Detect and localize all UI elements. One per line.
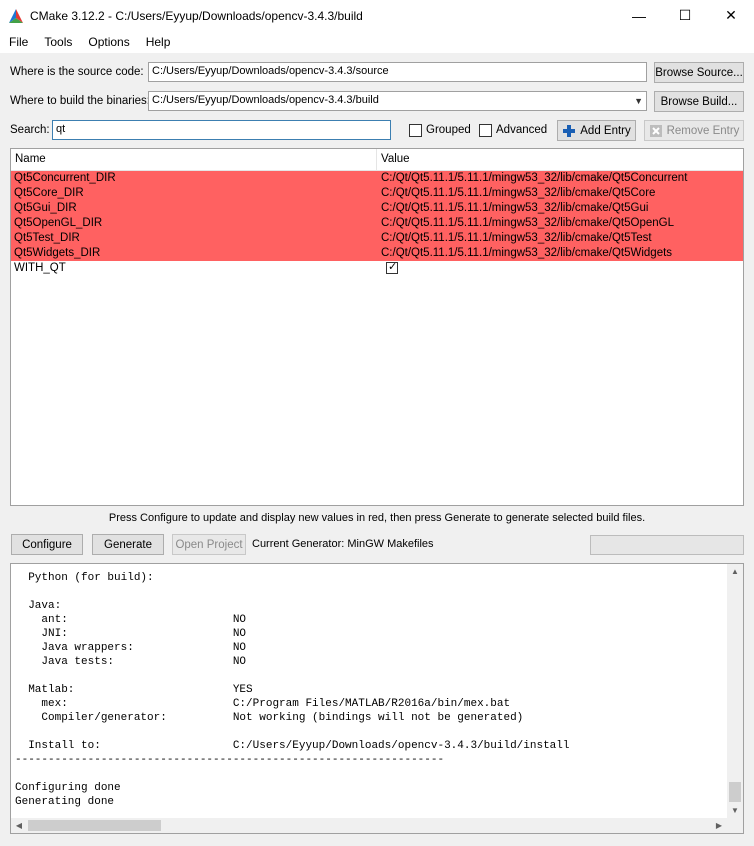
grouped-checkbox[interactable] [409, 124, 422, 137]
current-generator-label: Current Generator: MinGW Makefiles [252, 538, 434, 550]
chevron-down-icon[interactable]: ▼ [634, 96, 643, 106]
cache-table: Name Value Qt5Concurrent_DIR C:/Qt/Qt5.1… [10, 148, 744, 506]
vertical-scrollbar[interactable]: ▲ ▼ [727, 564, 743, 819]
open-project-button[interactable]: Open Project [172, 534, 246, 555]
vertical-scroll-thumb[interactable] [729, 782, 741, 802]
advanced-label: Advanced [496, 124, 548, 136]
menu-bar: File Tools Options Help [0, 31, 754, 53]
menu-help[interactable]: Help [138, 35, 179, 49]
row-name: Qt5Widgets_DIR [14, 247, 101, 259]
source-path-input[interactable]: C:/Users/Eyyup/Downloads/opencv-3.4.3/so… [148, 62, 647, 82]
menu-file[interactable]: File [0, 35, 36, 49]
row-name: Qt5Core_DIR [14, 187, 84, 199]
row-value: C:/Qt/Qt5.11.1/5.11.1/mingw53_32/lib/cma… [381, 247, 673, 259]
row-name: Qt5OpenGL_DIR [14, 217, 103, 229]
close-button[interactable]: ✕ [708, 0, 754, 31]
maximize-button[interactable]: ☐ [662, 0, 708, 31]
column-name-header[interactable]: Name [11, 149, 377, 171]
table-row[interactable]: Qt5Test_DIR C:/Qt/Qt5.11.1/5.11.1/mingw5… [11, 231, 743, 246]
table-row[interactable]: Qt5OpenGL_DIR C:/Qt/Qt5.11.1/5.11.1/ming… [11, 216, 743, 231]
row-value: C:/Qt/Qt5.11.1/5.11.1/mingw53_32/lib/cma… [381, 172, 688, 184]
binaries-label: Where to build the binaries: [10, 95, 150, 107]
browse-build-button[interactable]: Browse Build... [654, 91, 744, 112]
row-value: C:/Qt/Qt5.11.1/5.11.1/mingw53_32/lib/cma… [381, 187, 656, 199]
horizontal-scrollbar[interactable]: ◀ ▶ [11, 818, 743, 833]
configure-button[interactable]: Configure [11, 534, 83, 555]
grouped-label: Grouped [426, 124, 471, 136]
scroll-down-icon[interactable]: ▼ [727, 803, 743, 819]
row-name: Qt5Gui_DIR [14, 202, 77, 214]
row-value: C:/Qt/Qt5.11.1/5.11.1/mingw53_32/lib/cma… [381, 217, 674, 229]
row-value [377, 260, 398, 276]
table-header: Name Value [11, 149, 743, 171]
row-name: Qt5Concurrent_DIR [14, 172, 116, 184]
progress-bar [590, 535, 744, 555]
window-controls: — ☐ ✕ [616, 0, 754, 31]
remove-icon [649, 124, 662, 137]
binaries-path-combobox[interactable]: C:/Users/Eyyup/Downloads/opencv-3.4.3/bu… [148, 91, 647, 111]
search-input[interactable]: qt [52, 120, 391, 140]
row-value: C:/Qt/Qt5.11.1/5.11.1/mingw53_32/lib/cma… [381, 202, 649, 214]
table-row[interactable]: WITH_QT [11, 260, 743, 276]
window-title: CMake 3.12.2 - C:/Users/Eyyup/Downloads/… [30, 8, 363, 23]
table-body: Qt5Concurrent_DIR C:/Qt/Qt5.11.1/5.11.1/… [11, 171, 743, 276]
remove-entry-label: Remove Entry [666, 124, 740, 137]
menu-options[interactable]: Options [80, 35, 137, 49]
cmake-logo-icon [9, 8, 23, 23]
with-qt-checkbox[interactable] [386, 260, 398, 275]
hint-text: Press Configure to update and display ne… [108, 512, 646, 524]
column-value-header[interactable]: Value [377, 149, 414, 171]
add-entry-button[interactable]: Add Entry [557, 120, 636, 141]
scroll-left-icon[interactable]: ◀ [11, 818, 27, 833]
row-value: C:/Qt/Qt5.11.1/5.11.1/mingw53_32/lib/cma… [381, 232, 652, 244]
advanced-checkbox[interactable] [479, 124, 492, 137]
minimize-button[interactable]: — [616, 0, 662, 31]
table-row[interactable]: Qt5Widgets_DIR C:/Qt/Qt5.11.1/5.11.1/min… [11, 246, 743, 261]
plus-icon [563, 124, 576, 137]
table-row[interactable]: Qt5Concurrent_DIR C:/Qt/Qt5.11.1/5.11.1/… [11, 171, 743, 186]
horizontal-scroll-thumb[interactable] [28, 820, 161, 831]
output-text: Python (for build): Java: ant: NO JNI: N… [15, 572, 570, 808]
row-name: WITH_QT [14, 262, 66, 274]
row-name: Qt5Test_DIR [14, 232, 80, 244]
scroll-up-icon[interactable]: ▲ [727, 564, 743, 580]
remove-entry-button[interactable]: Remove Entry [644, 120, 744, 141]
table-row[interactable]: Qt5Core_DIR C:/Qt/Qt5.11.1/5.11.1/mingw5… [11, 186, 743, 201]
table-row[interactable]: Qt5Gui_DIR C:/Qt/Qt5.11.1/5.11.1/mingw53… [11, 201, 743, 216]
add-entry-label: Add Entry [580, 124, 631, 137]
output-log[interactable]: Python (for build): Java: ant: NO JNI: N… [10, 563, 744, 834]
search-label: Search: [10, 124, 50, 136]
browse-source-button[interactable]: Browse Source... [654, 62, 744, 83]
binaries-path-value: C:/Users/Eyyup/Downloads/opencv-3.4.3/bu… [152, 94, 379, 106]
source-label: Where is the source code: [10, 66, 144, 78]
generate-button[interactable]: Generate [92, 534, 164, 555]
menu-tools[interactable]: Tools [36, 35, 80, 49]
scroll-right-icon[interactable]: ▶ [711, 818, 727, 833]
title-bar: CMake 3.12.2 - C:/Users/Eyyup/Downloads/… [0, 0, 754, 31]
